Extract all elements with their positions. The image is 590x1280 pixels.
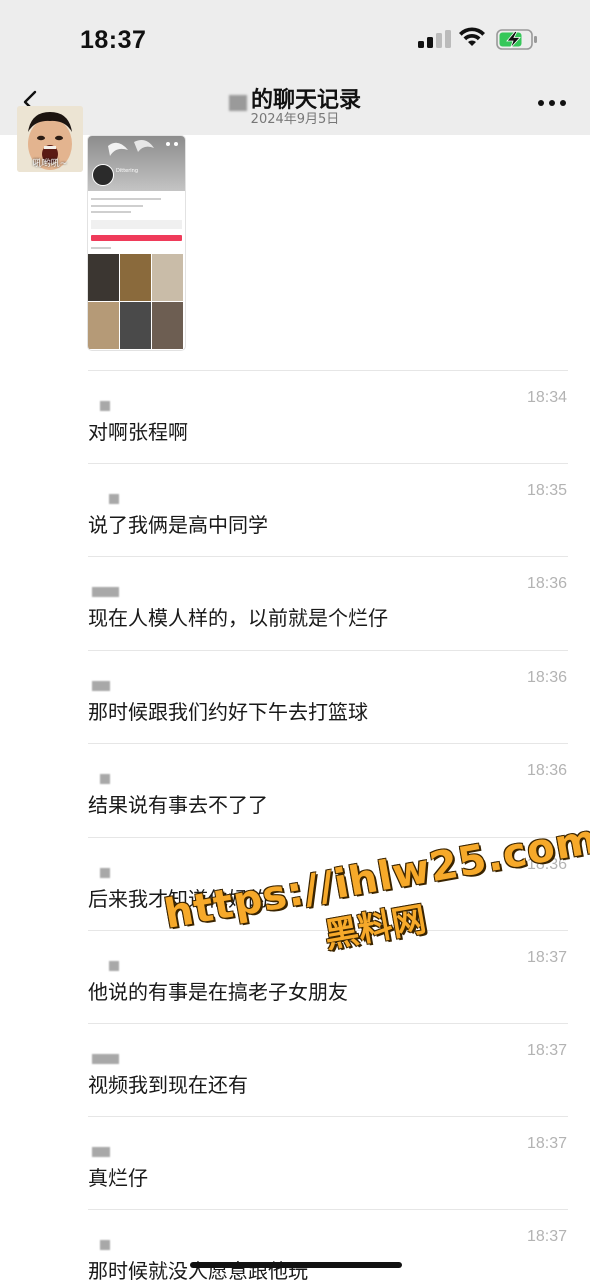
redacted-sender-mask bbox=[100, 401, 110, 411]
home-indicator[interactable] bbox=[190, 1262, 402, 1268]
list-item: 18:36 结果说有事去不了了 bbox=[88, 743, 568, 837]
message-time: 18:36 bbox=[526, 762, 567, 779]
redacted-sender-mask bbox=[92, 587, 119, 597]
avatar[interactable]: 吼哟吼~ bbox=[17, 106, 83, 172]
list-item: 18:35 说了我俩是高中同学 bbox=[88, 463, 568, 557]
redacted-sender-mask bbox=[109, 494, 119, 504]
redacted-sender-mask bbox=[92, 1054, 119, 1064]
wifi-icon bbox=[459, 27, 485, 46]
screenshot-profile-name: Dittering bbox=[116, 168, 139, 174]
message-text: 后来我才知道他妈的 bbox=[88, 887, 268, 911]
message-text: 那时候跟我们约好下午去打篮球 bbox=[88, 700, 368, 724]
list-item: 18:34 对啊张程啊 bbox=[88, 370, 568, 464]
redacted-sender-mask bbox=[92, 681, 110, 691]
list-item: 18:37 视频我到现在还有 bbox=[88, 1023, 568, 1117]
redacted-sender-mask bbox=[100, 774, 110, 784]
nav-bar: 的聊天记录 2024年9月5日 bbox=[0, 78, 590, 135]
message-time: 18:37 bbox=[526, 949, 567, 966]
shared-profile-screenshot[interactable]: Dittering bbox=[88, 136, 185, 350]
message-text: 真烂仔 bbox=[88, 1166, 148, 1190]
page-subtitle-date: 2024年9月5日 bbox=[250, 112, 340, 127]
message-time: 18:37 bbox=[526, 1228, 567, 1245]
message-time: 18:36 bbox=[526, 669, 567, 686]
message-time: 18:35 bbox=[526, 482, 567, 499]
list-item: 18:37 那时候就没人愿意跟他玩 bbox=[88, 1209, 568, 1280]
message-text: 视频我到现在还有 bbox=[88, 1073, 248, 1097]
message-text: 他说的有事是在搞老子女朋友 bbox=[88, 980, 348, 1004]
message-text: 现在人模人样的，以前就是个烂仔 bbox=[88, 606, 388, 630]
list-item: 18:36 那时候跟我们约好下午去打篮球 bbox=[88, 650, 568, 744]
avatar-caption: 吼哟吼~ bbox=[32, 159, 68, 169]
message-text: 说了我俩是高中同学 bbox=[88, 513, 268, 537]
battery-charging-icon bbox=[496, 29, 537, 50]
list-item: 18:37 他说的有事是在搞老子女朋友 bbox=[88, 930, 568, 1024]
message-time: 18:36 bbox=[526, 575, 567, 592]
redacted-sender-mask bbox=[100, 868, 110, 878]
list-item: 18:36 后来我才知道他妈的 bbox=[88, 837, 568, 931]
screenshot-video-grid bbox=[88, 254, 185, 350]
screenshot-follow-button bbox=[91, 235, 182, 241]
status-bar: 18:37 bbox=[0, 0, 590, 78]
message-time: 18:37 bbox=[526, 1135, 567, 1152]
list-item: 18:37 真烂仔 bbox=[88, 1116, 568, 1210]
ellipsis-icon[interactable] bbox=[538, 100, 566, 108]
message-text: 对啊张程啊 bbox=[88, 420, 188, 444]
list-item: 18:36 现在人模人样的，以前就是个烂仔 bbox=[88, 556, 568, 650]
chat-history-screen: 18:37 的聊天记录 2024年9月5日 吼哟吼~ Dittering 18:… bbox=[0, 0, 590, 1280]
redacted-sender-mask bbox=[100, 1240, 110, 1250]
status-time: 18:37 bbox=[80, 26, 147, 54]
redacted-sender-mask bbox=[92, 1147, 110, 1157]
message-time: 18:36 bbox=[526, 856, 567, 873]
redacted-sender-mask bbox=[109, 961, 119, 971]
message-time: 18:37 bbox=[526, 1042, 567, 1059]
message-text: 结果说有事去不了了 bbox=[88, 793, 268, 817]
screenshot-avatar bbox=[92, 164, 114, 186]
cellular-signal-icon bbox=[418, 30, 452, 48]
message-time: 18:34 bbox=[526, 389, 567, 406]
